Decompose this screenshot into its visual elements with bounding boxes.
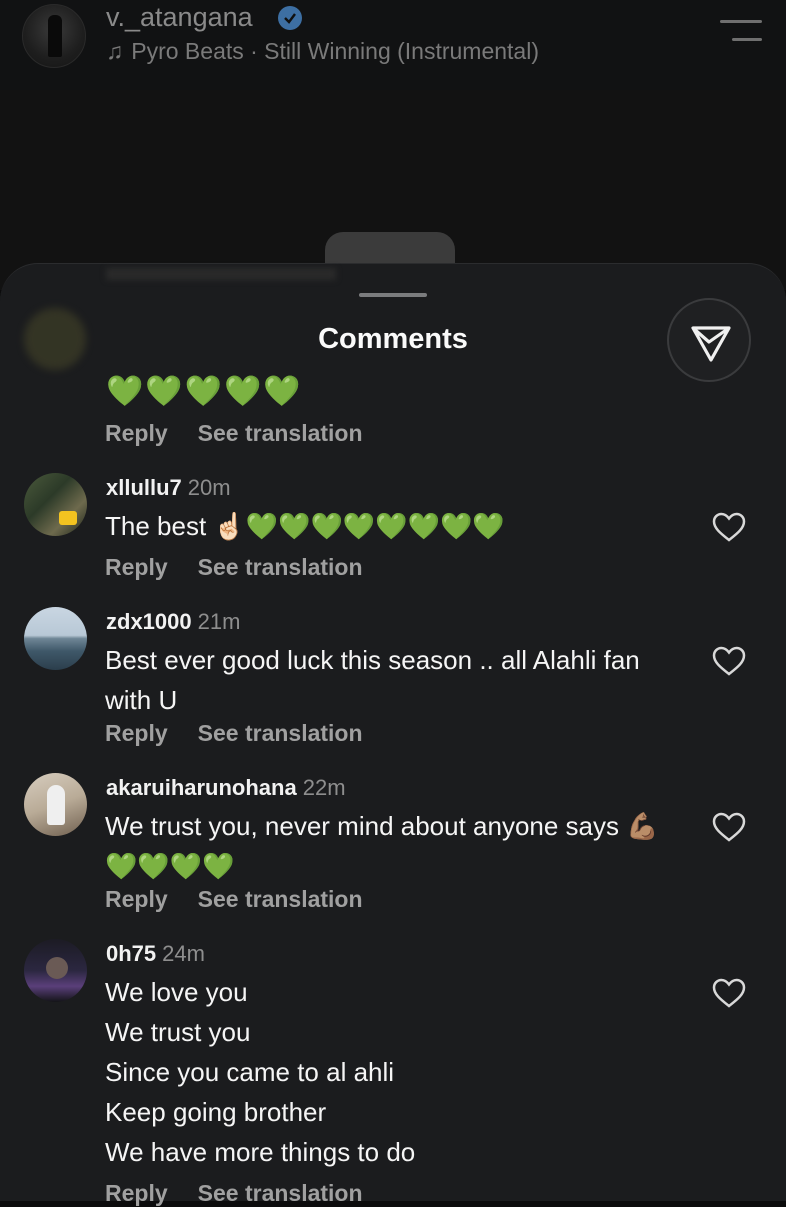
comment-time: 24m [162, 941, 205, 966]
comment-user[interactable]: xllullu7 [106, 475, 182, 500]
like-heart-icon[interactable] [712, 512, 746, 542]
verified-badge-icon [278, 6, 302, 30]
comment-username[interactable]: xllullu7 20m [106, 475, 231, 501]
see-translation-button[interactable]: See translation [198, 420, 363, 446]
comment-username[interactable]: akaruiharunohana 22m [106, 775, 346, 801]
sheet-grabber[interactable] [359, 293, 427, 297]
like-heart-icon[interactable] [712, 812, 746, 842]
comment-user[interactable]: 0h75 [106, 941, 156, 966]
avatar[interactable] [24, 773, 87, 836]
send-icon [691, 326, 731, 362]
comment-text: Best ever good luck this season .. all A… [105, 645, 640, 715]
comment-actions: Reply See translation [105, 1180, 393, 1207]
comment-time: 21m [197, 609, 241, 634]
share-button[interactable] [667, 298, 751, 382]
first-comment-actions: Reply See translation [105, 420, 393, 447]
comment-time: 20m [187, 475, 231, 500]
audio-track[interactable]: ♫ Pyro Beats · Still Winning (Instrumenta… [106, 38, 539, 65]
reply-button[interactable]: Reply [105, 886, 168, 912]
audio-track-label: Pyro Beats · Still Winning (Instrumental… [131, 38, 539, 64]
comment-line: We have more things to do [105, 1137, 416, 1167]
comment-username[interactable]: zdx1000 21m [106, 609, 240, 635]
avatar[interactable] [24, 939, 87, 1002]
comment-actions: Reply See translation [105, 554, 393, 581]
avatar[interactable] [24, 473, 87, 536]
header-username[interactable]: v._atangana [106, 2, 253, 33]
comment-line: We love you [105, 977, 248, 1007]
profile-avatar[interactable] [22, 4, 86, 68]
reply-button[interactable]: Reply [105, 1180, 168, 1206]
comment-text: We love you We trust you Since you came … [105, 972, 685, 1172]
comment-user[interactable]: zdx1000 [106, 609, 192, 634]
see-translation-button[interactable]: See translation [198, 554, 363, 580]
reply-button[interactable]: Reply [105, 720, 168, 746]
blurred-content [106, 268, 336, 280]
comment-line: Keep going brother [105, 1097, 327, 1127]
comment-username[interactable]: 0h75 24m [106, 941, 205, 967]
comment-user[interactable]: akaruiharunohana [106, 775, 297, 800]
music-note-icon: ♫ [106, 38, 124, 64]
see-translation-button[interactable]: See translation [198, 1180, 363, 1206]
comment-time: 22m [302, 775, 346, 800]
comment-line: Since you came to al ahli [105, 1057, 395, 1087]
comment-text: The best ☝🏻💚💚💚💚💚💚💚💚 [105, 511, 505, 541]
comment-line: We trust you [105, 1017, 251, 1047]
see-translation-button[interactable]: See translation [198, 886, 363, 912]
comment-actions: Reply See translation [105, 720, 393, 747]
avatar[interactable] [24, 607, 87, 670]
comment-actions: Reply See translation [105, 886, 393, 913]
see-translation-button[interactable]: See translation [198, 720, 363, 746]
reply-button[interactable]: Reply [105, 420, 168, 446]
first-comment-emojis: 💚💚💚💚💚 [106, 375, 303, 408]
menu-icon[interactable] [720, 20, 762, 44]
reply-button[interactable]: Reply [105, 554, 168, 580]
comment-text: We trust you, never mind about anyone sa… [105, 811, 659, 881]
like-heart-icon[interactable] [712, 646, 746, 676]
like-heart-icon[interactable] [712, 978, 746, 1008]
